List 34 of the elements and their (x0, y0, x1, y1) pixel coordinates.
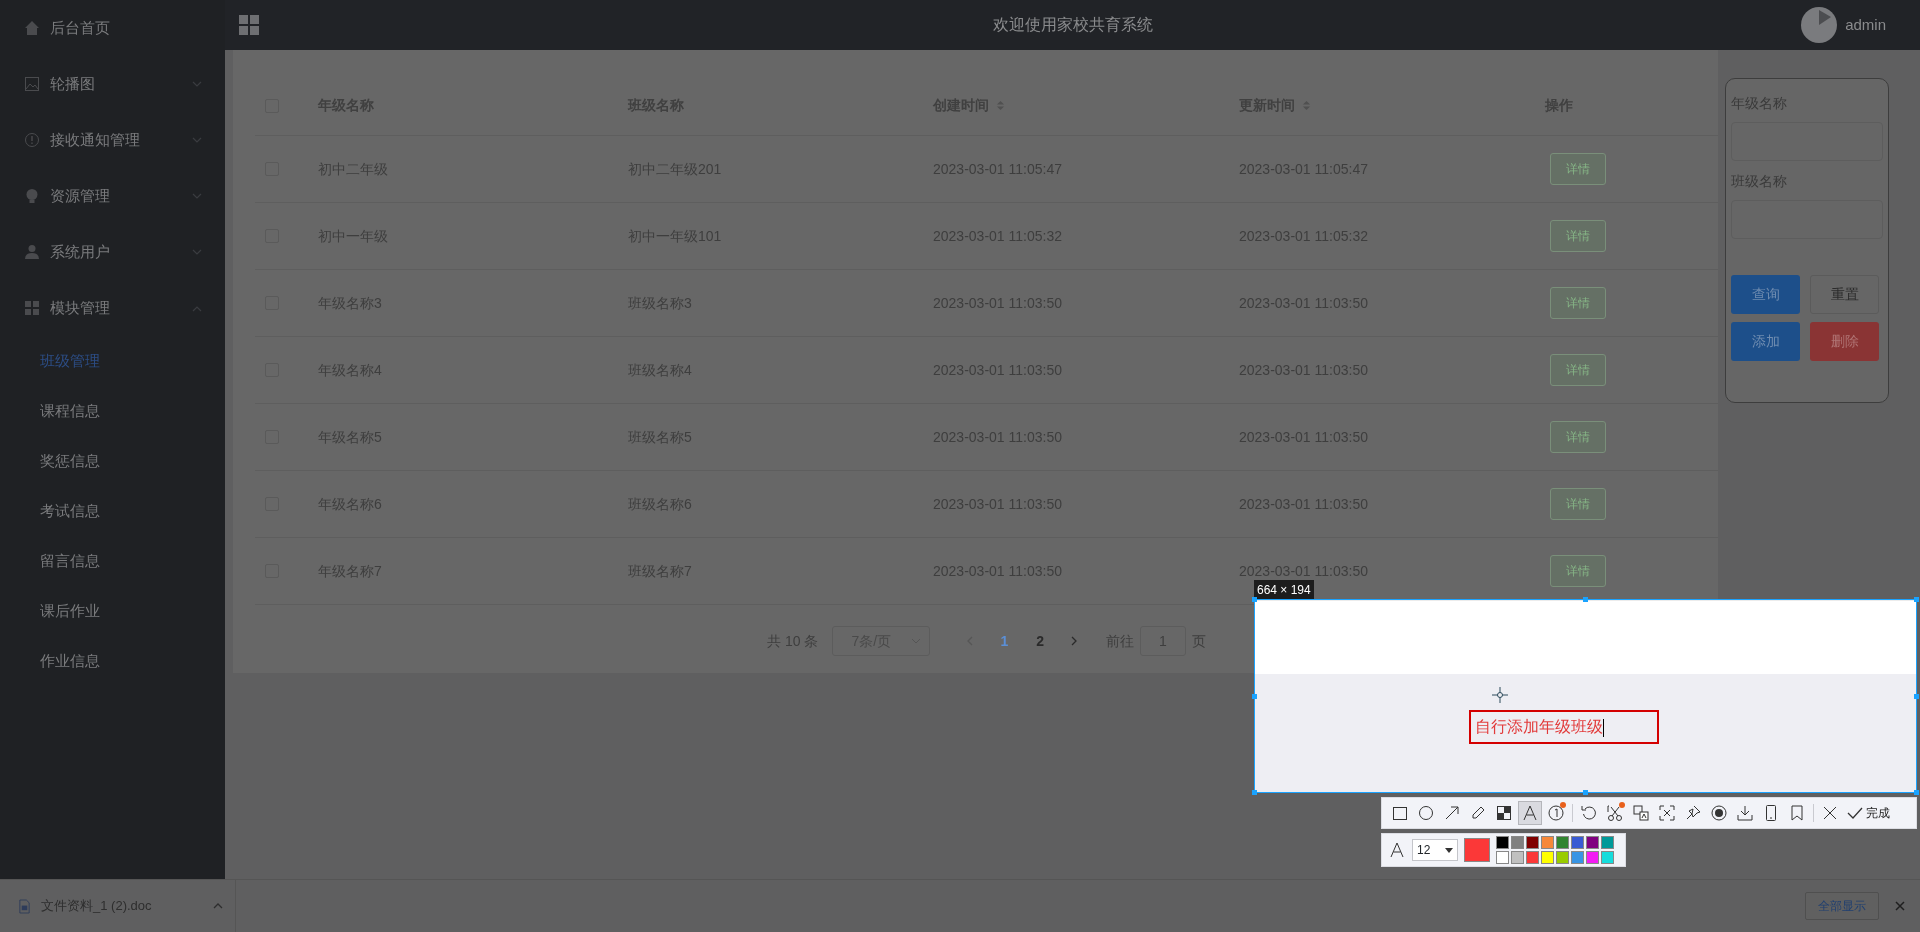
submenu-item[interactable]: 课后作业 (40, 599, 100, 623)
page-number[interactable]: 2 (1036, 630, 1044, 652)
submenu-item[interactable]: 奖惩信息 (40, 449, 100, 473)
size-label: 664 × 194 (1254, 580, 1314, 600)
detail-button[interactable]: 详情 (1550, 354, 1606, 386)
submenu-item[interactable]: 作业信息 (40, 649, 100, 673)
page-number[interactable]: 1 (1000, 630, 1009, 652)
username[interactable]: admin (1845, 13, 1886, 37)
action-button[interactable]: 重置 (1810, 275, 1879, 314)
page-title: 欢迎使用家校共育系统 (992, 16, 1153, 33)
show-all-button[interactable]: 全部显示 (1805, 892, 1879, 920)
submenu-item[interactable]: 课程信息 (40, 399, 100, 423)
sidebar-item[interactable]: 轮播图 (0, 56, 225, 112)
detail-button[interactable]: 详情 (1550, 153, 1606, 185)
sidebar-item[interactable]: 系统用户 (0, 224, 225, 280)
sidebar-item[interactable]: 后台首页 (0, 0, 225, 56)
detail-button[interactable]: 详情 (1550, 555, 1606, 587)
sidebar-item[interactable]: 模块管理 (0, 280, 225, 336)
action-button[interactable]: 添加 (1731, 322, 1800, 361)
submenu-item[interactable]: 班级管理 (40, 349, 100, 373)
action-button[interactable]: 删除 (1810, 322, 1879, 361)
detail-button[interactable]: 详情 (1550, 220, 1606, 252)
action-button[interactable]: 查询 (1731, 275, 1800, 314)
detail-button[interactable]: 详情 (1550, 421, 1606, 453)
capture-selection[interactable]: 自行添加年级班级 (1254, 599, 1917, 793)
submenu-item[interactable]: 留言信息 (40, 549, 100, 573)
done-button[interactable]: 完成 (1844, 804, 1892, 822)
font-size-select[interactable]: 12 (1412, 839, 1458, 861)
detail-button[interactable]: 详情 (1550, 488, 1606, 520)
sidebar-item[interactable]: 接收通知管理 (0, 112, 225, 168)
detail-button[interactable]: 详情 (1550, 287, 1606, 319)
submenu-item[interactable]: 考试信息 (40, 499, 100, 523)
sidebar-item[interactable]: 资源管理 (0, 168, 225, 224)
text-annotation[interactable]: 自行添加年级班级 (1469, 710, 1659, 744)
